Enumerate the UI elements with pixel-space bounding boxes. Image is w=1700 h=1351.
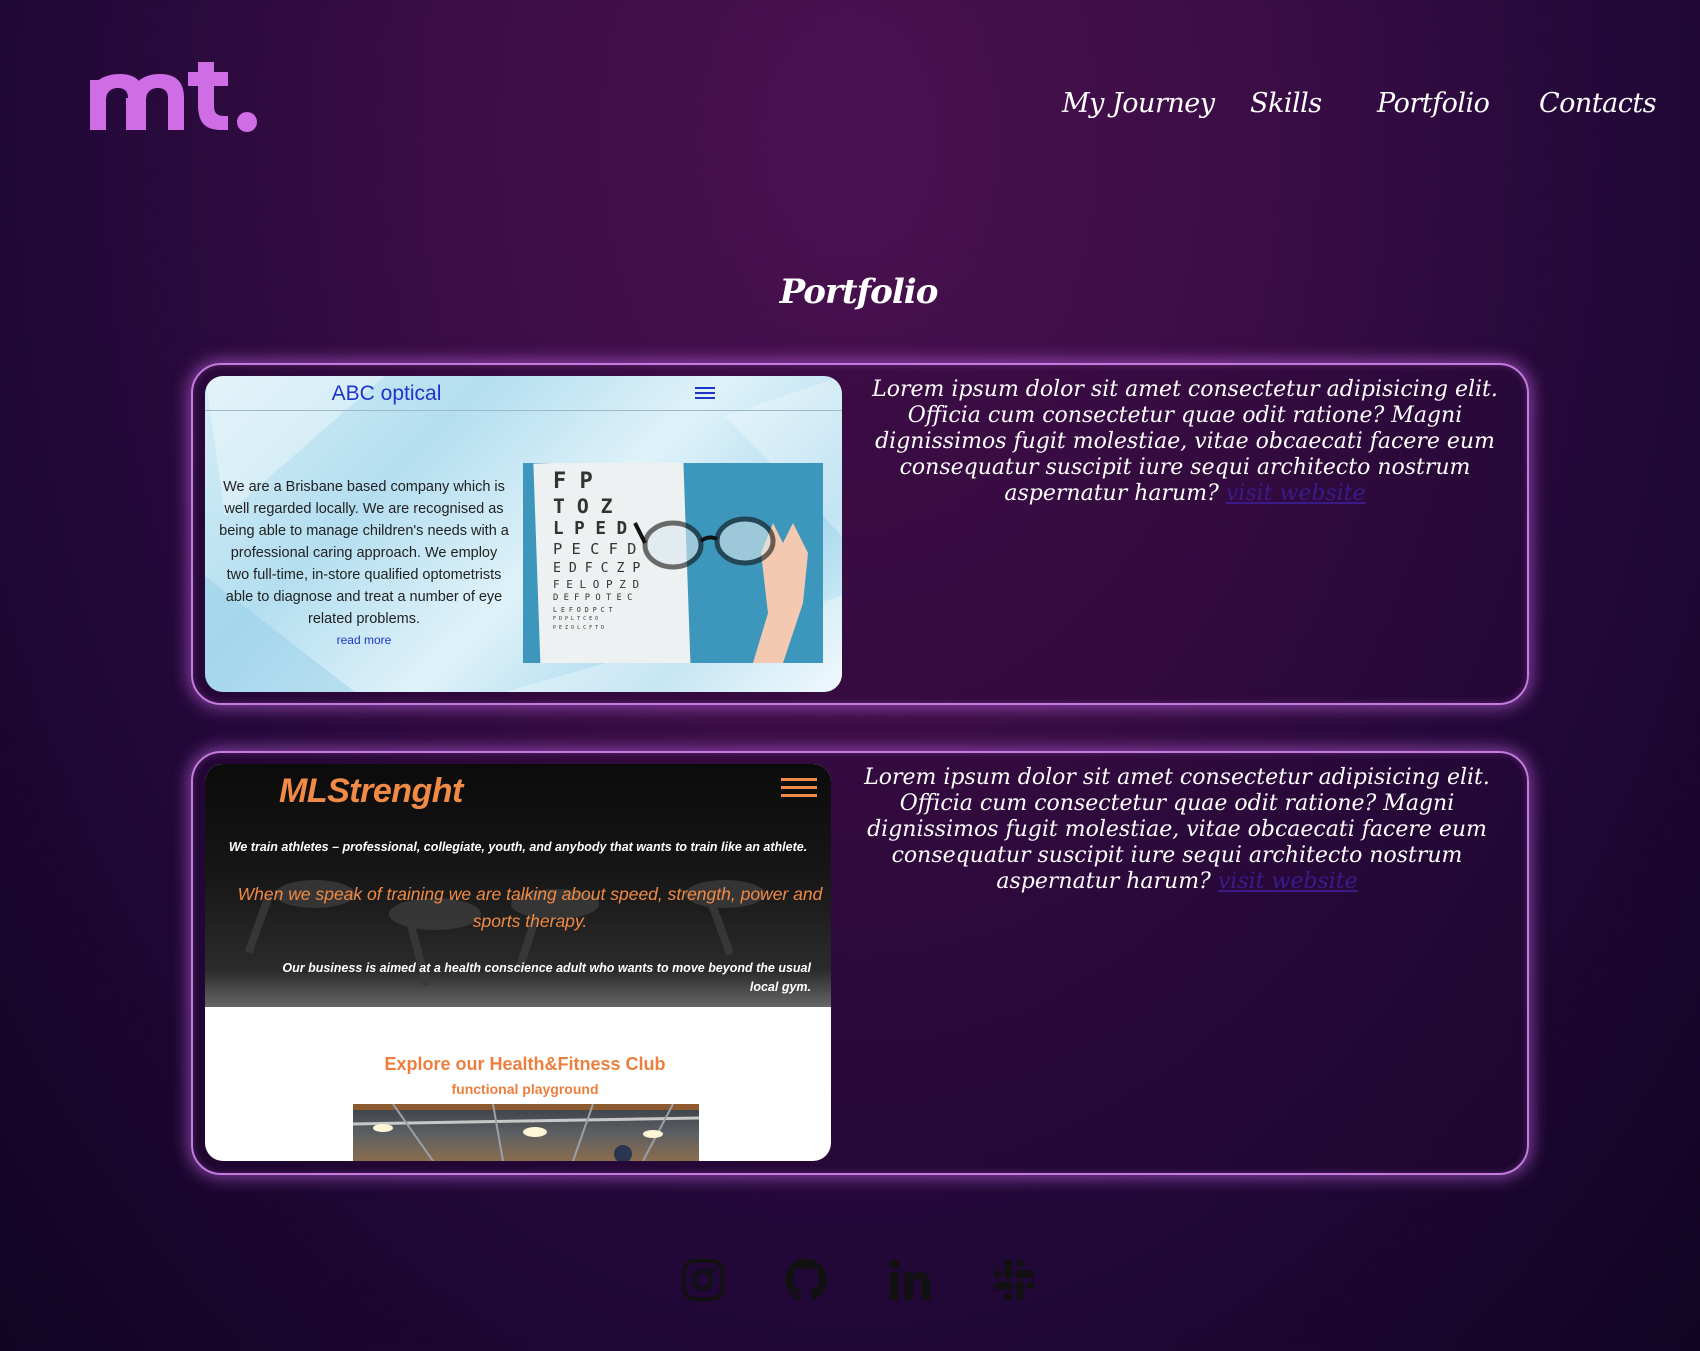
hamburger-menu-icon — [695, 387, 715, 399]
nav-link-portfolio[interactable]: Portfolio — [1377, 88, 1490, 119]
nav-link-skills[interactable]: Skills — [1250, 88, 1322, 119]
visit-website-link[interactable]: visit website — [1226, 481, 1366, 506]
linkedin-icon[interactable] — [887, 1256, 933, 1304]
mlstrenght-hero: MLStrenght We train athletes – professio… — [205, 764, 831, 1007]
description-text: Lorem ipsum dolor sit amet consectetur a… — [864, 765, 1490, 894]
github-icon[interactable] — [783, 1256, 829, 1304]
mlstrenght-tagline: When we speak of training we are talking… — [237, 884, 823, 931]
club-subheading: functional playground — [451, 1081, 599, 1097]
abc-optical-title: ABC optical — [331, 382, 442, 405]
mlstrenght-logo: MLStrenght — [279, 772, 463, 810]
eye-chart-photo: F PT O ZL P E DP E C F DE D F C Z PF E L… — [523, 463, 823, 663]
mlstrenght-intro: We train athletes – professional, colleg… — [228, 840, 808, 854]
project-screenshot-mlstrenght[interactable]: MLStrenght We train athletes – professio… — [205, 764, 831, 1161]
project-screenshot-abc-optical[interactable]: ABC optical We are a Brisbane based comp… — [205, 376, 842, 692]
instagram-icon[interactable] — [680, 1256, 726, 1304]
project-description: Lorem ipsum dolor sit amet consectetur a… — [865, 377, 1505, 507]
read-more-link: read more — [336, 633, 392, 647]
gym-photo — [353, 1104, 699, 1161]
club-heading: Explore our Health&Fitness Club — [384, 1054, 666, 1074]
hamburger-menu-icon — [781, 778, 817, 797]
visit-website-link[interactable]: visit website — [1218, 869, 1358, 894]
project-description: Lorem ipsum dolor sit amet consectetur a… — [845, 765, 1509, 895]
portfolio-card-abc-optical: ABC optical We are a Brisbane based comp… — [191, 363, 1529, 705]
nav-link-my-journey[interactable]: My Journey — [1062, 88, 1215, 119]
main-nav: My Journey Skills Portfolio Contacts — [1000, 88, 1700, 128]
social-links — [0, 1256, 1700, 1308]
slack-icon[interactable] — [991, 1256, 1037, 1304]
mlstrenght-audience: Our business is aimed at a health consci… — [282, 961, 811, 994]
header-divider — [205, 410, 842, 411]
abc-optical-text: We are a Brisbane based company which is… — [219, 479, 509, 627]
glasses-and-hand-image — [633, 516, 808, 663]
description-text: Lorem ipsum dolor sit amet consectetur a… — [872, 377, 1498, 506]
page-title: Portfolio — [779, 272, 939, 312]
portfolio-card-mlstrenght: MLStrenght We train athletes – professio… — [191, 751, 1529, 1175]
logo[interactable] — [88, 58, 260, 148]
nav-link-contacts[interactable]: Contacts — [1539, 88, 1657, 119]
gym-ceiling-image — [353, 1104, 699, 1161]
